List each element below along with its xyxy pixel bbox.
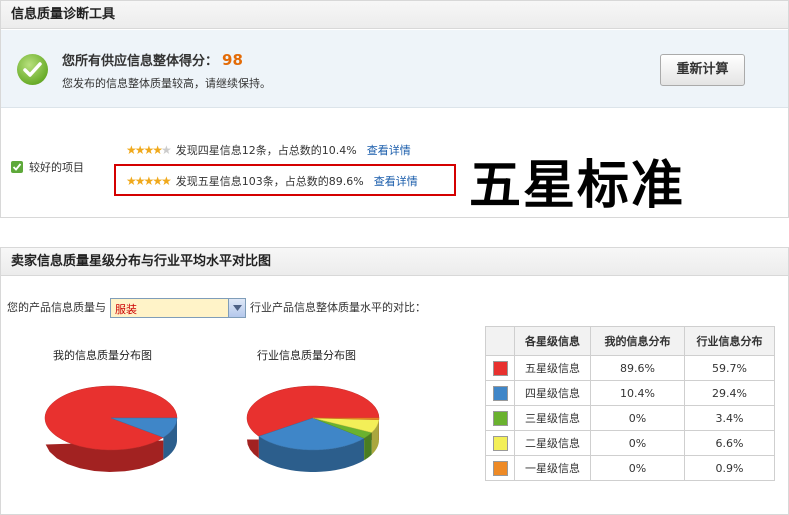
compare-suffix: 行业产品信息整体质量水平的对比： [250, 301, 426, 314]
compare-line: 您的产品信息质量与 服装 行业产品信息整体质量水平的对比： [7, 298, 426, 318]
table-cell-level: 三星级信息 [514, 405, 591, 431]
table-row: 五星级信息 89.6% 59.7% [485, 355, 775, 381]
table-cell-level: 二星级信息 [514, 430, 591, 456]
table-row: 三星级信息 0% 3.4% [485, 405, 775, 431]
three-star-color-swatch [492, 410, 508, 426]
my-quality-pie-chart: 五星级信息 89.6%四星级信息 10.4% [44, 385, 178, 472]
table-header-industry: 行业信息分布 [684, 326, 775, 356]
table-cell-swatch [485, 355, 515, 381]
table-header-mine: 我的信息分布 [590, 326, 685, 356]
table-cell-level: 一星级信息 [514, 455, 591, 481]
table-cell-swatch [485, 455, 515, 481]
score-message: 您发布的信息整体质量较高，请继续保持。 [62, 77, 271, 90]
check-icon [11, 161, 23, 173]
table-cell-industry: 29.4% [684, 380, 775, 406]
table-cell-mine: 0% [590, 430, 685, 456]
good-items-label: 较好的项目 [11, 159, 84, 175]
table-header-row: 各星级信息 我的信息分布 行业信息分布 [485, 326, 775, 356]
two-star-color-swatch [492, 435, 508, 451]
diagnosis-panel-title: 信息质量诊断工具 [1, 1, 788, 29]
table-cell-level: 五星级信息 [514, 355, 591, 381]
five-star-standard-annotation: 五星标准 [469, 156, 686, 216]
five-star-color-swatch [492, 360, 508, 376]
table-cell-industry: 6.6% [684, 430, 775, 456]
four-star-rating-icon: ★★★★★ [126, 143, 172, 157]
table-cell-industry: 0.9% [684, 455, 775, 481]
diagnosis-panel: 信息质量诊断工具 您所有供应信息整体得分： 98 您发布的信息整体质量较高，请继续… [0, 0, 789, 218]
table-cell-industry: 59.7% [684, 355, 775, 381]
table-header-level: 各星级信息 [514, 326, 591, 356]
distribution-table: 各星级信息 我的信息分布 行业信息分布 五星级信息 89.6% 59.7% 四星… [485, 326, 775, 481]
table-cell-industry: 3.4% [684, 405, 775, 431]
score-band: 您所有供应信息整体得分： 98 您发布的信息整体质量较高，请继续保持。 重新计算 [1, 30, 788, 108]
recalculate-button[interactable]: 重新计算 [660, 54, 745, 86]
industry-select[interactable]: 服装 [110, 298, 246, 318]
highlight-box [114, 164, 456, 196]
table-cell-level: 四星级信息 [514, 380, 591, 406]
industry-select-value: 服装 [115, 303, 137, 316]
four-star-row: ★★★★★ 发现四星信息12条，占总数的10.4% 查看详情 [126, 142, 411, 158]
table-cell-mine: 89.6% [590, 355, 685, 381]
table-cell-swatch [485, 405, 515, 431]
table-row: 二星级信息 0% 6.6% [485, 430, 775, 456]
one-star-color-swatch [492, 460, 508, 476]
score-label: 您所有供应信息整体得分： [62, 54, 219, 69]
industry-pie-title: 行业信息质量分布图 [257, 349, 356, 362]
success-check-icon [17, 54, 48, 85]
industry-quality-pie-chart: 五星级信息 59.7%四星级信息 29.4%三星级信息 3.4%二星级信息 6.… [246, 385, 380, 472]
table-cell-mine: 0% [590, 405, 685, 431]
chevron-down-icon[interactable] [228, 299, 245, 317]
table-row: 四星级信息 10.4% 29.4% [485, 380, 775, 406]
score-value: 98 [222, 51, 243, 69]
table-cell-mine: 0% [590, 455, 685, 481]
good-items-label-text: 较好的项目 [29, 161, 84, 174]
comparison-panel-title: 卖家信息质量星级分布与行业平均水平对比图 [1, 248, 788, 276]
comparison-panel: 卖家信息质量星级分布与行业平均水平对比图 您的产品信息质量与 服装 行业产品信息整体… [0, 247, 789, 515]
four-star-detail-link[interactable]: 查看详情 [367, 144, 411, 157]
four-star-text: 发现四星信息12条，占总数的10.4% [175, 144, 357, 157]
table-cell-mine: 10.4% [590, 380, 685, 406]
table-cell-swatch [485, 430, 515, 456]
table-header-swatch [485, 326, 515, 356]
four-star-color-swatch [492, 385, 508, 401]
compare-prefix: 您的产品信息质量与 [7, 301, 106, 314]
table-row: 一星级信息 0% 0.9% [485, 455, 775, 481]
table-cell-swatch [485, 380, 515, 406]
my-pie-title: 我的信息质量分布图 [53, 349, 152, 362]
overall-score: 您所有供应信息整体得分： 98 [62, 50, 243, 69]
